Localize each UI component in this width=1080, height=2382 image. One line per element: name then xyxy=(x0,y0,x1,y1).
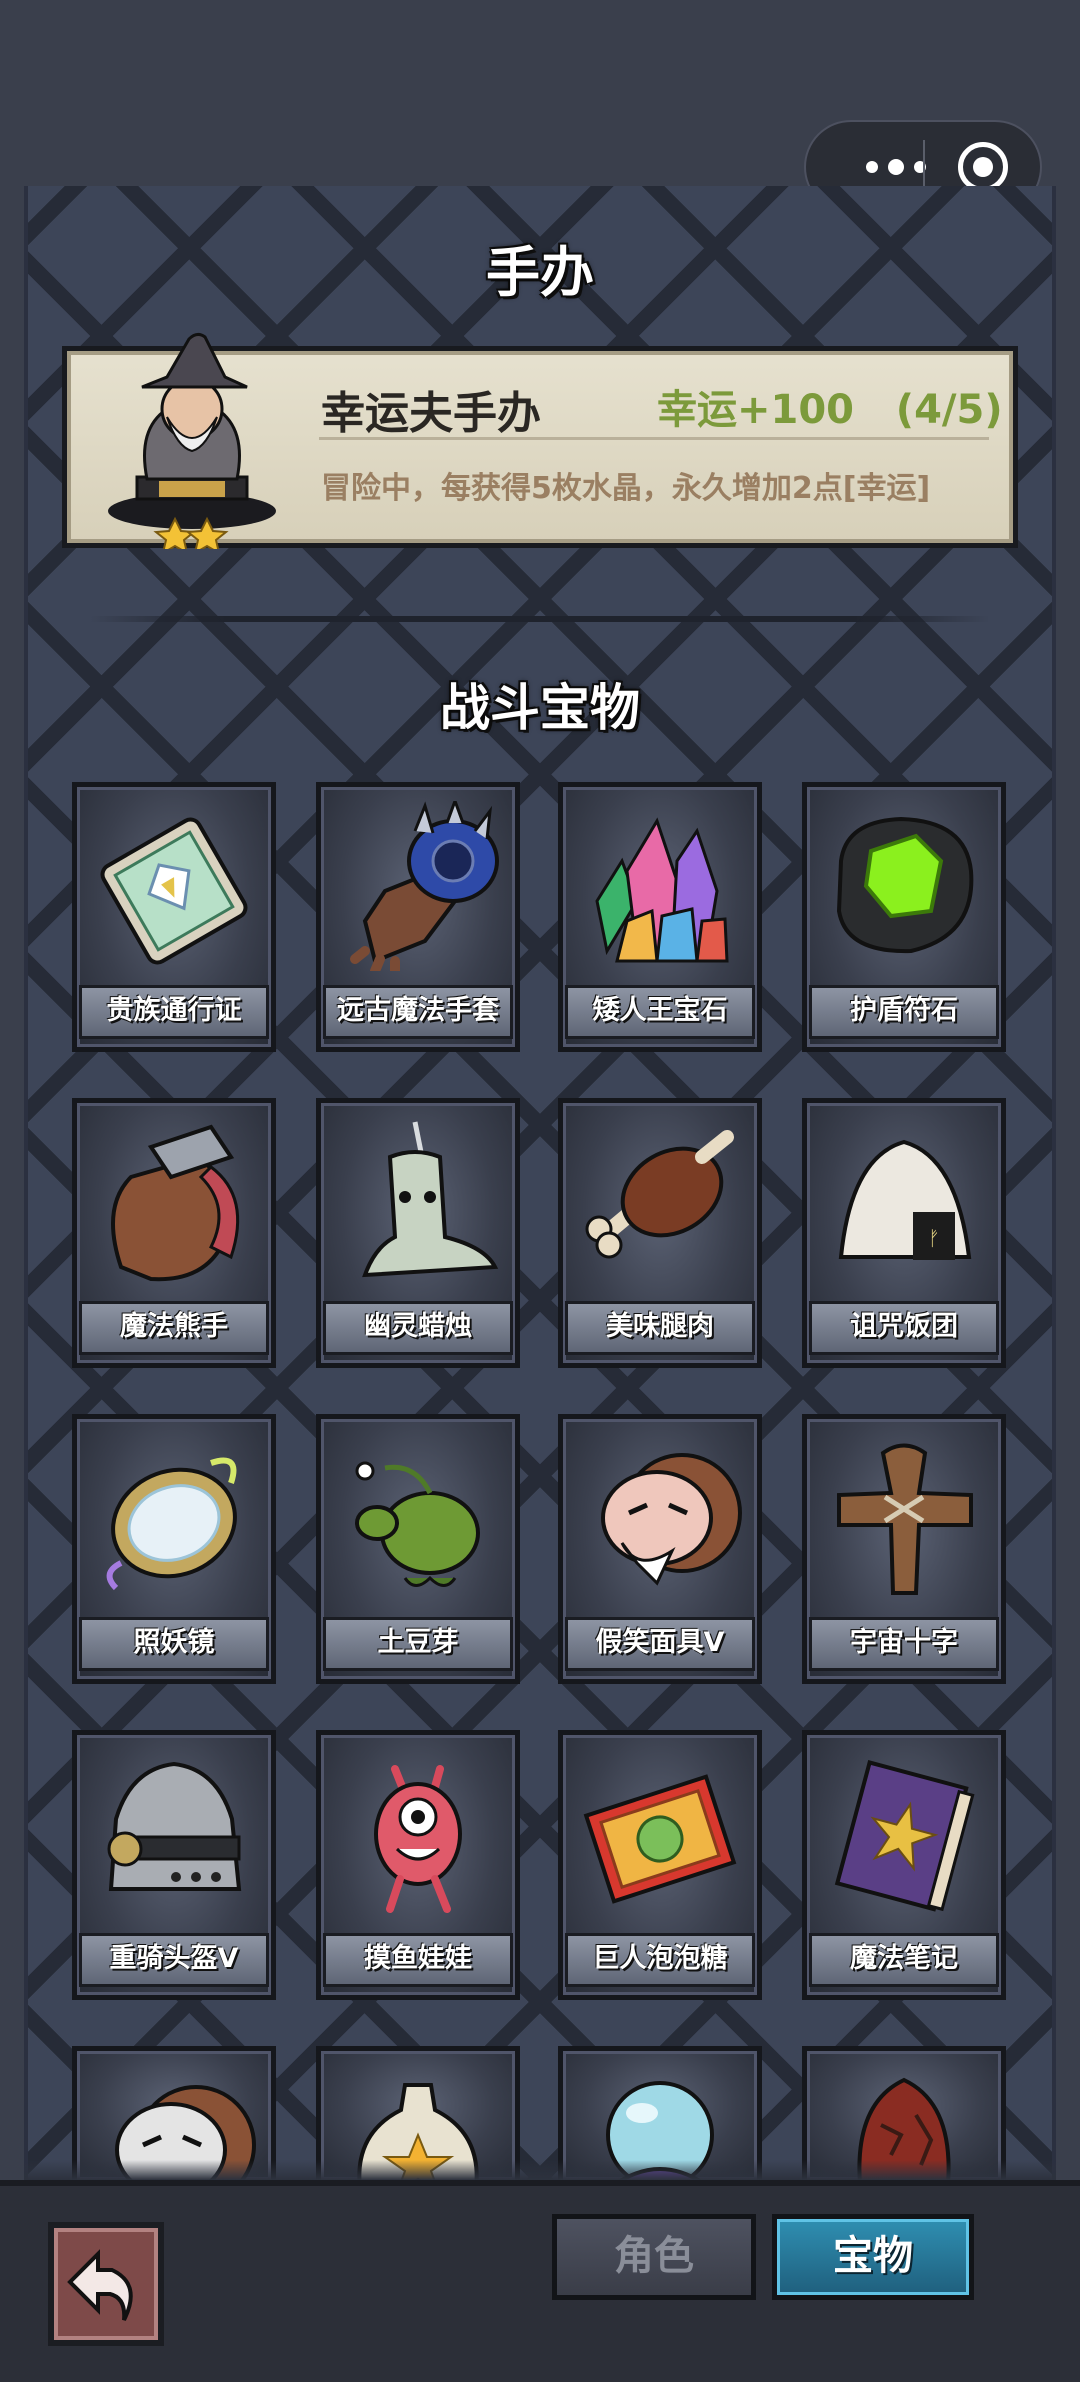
pass-card-icon xyxy=(100,817,248,965)
treasure-tile[interactable]: 宇宙十字 xyxy=(802,1414,1006,1684)
pink-doll-icon xyxy=(374,1765,462,1913)
back-arrow-icon xyxy=(67,2249,133,2321)
shield-rune-icon xyxy=(836,816,974,954)
treasure-name: 魔法笔记 xyxy=(809,1933,999,1987)
list-fade xyxy=(24,2160,1056,2180)
treasure-tile[interactable]: 矮人王宝石 xyxy=(558,782,762,1052)
knight-helmet-icon xyxy=(107,1761,242,1891)
figure-description: 冒险中，每获得5枚水晶，永久增加2点[幸运] xyxy=(321,471,931,506)
crystal-gem-icon xyxy=(595,817,729,963)
card-rule xyxy=(319,437,989,440)
treasure-tile[interactable]: ᚠ 诅咒饭团 xyxy=(802,1098,1006,1368)
figure-stat: 幸运+100 (4/5) xyxy=(657,387,1003,433)
bubble-gum-icon xyxy=(583,1774,737,1904)
treasure-name: 土豆芽 xyxy=(323,1617,513,1671)
treasure-tile[interactable]: 美味腿肉 xyxy=(558,1098,762,1368)
treasure-tile[interactable]: 假笑面具V xyxy=(558,1414,762,1684)
treasure-name: 贵族通行证 xyxy=(79,985,269,1039)
treasure-tile[interactable]: 巨人泡泡糖 xyxy=(558,1730,762,2000)
wizard-figure-icon xyxy=(108,332,276,549)
treasure-name: 魔法熊手 xyxy=(79,1301,269,1355)
treasure-tile[interactable]: 魔法熊手 xyxy=(72,1098,276,1368)
treasure-name: 美味腿肉 xyxy=(565,1301,755,1355)
treasure-tile[interactable]: 照妖镜 xyxy=(72,1414,276,1684)
wooden-cross-icon xyxy=(837,1443,973,1595)
smile-mask-icon xyxy=(601,1453,742,1586)
figure-card[interactable]: 幸运夫手办 幸运+100 (4/5) 冒险中，每获得5枚水晶，永久增加2点[幸运… xyxy=(62,332,1018,549)
treasure-name: 巨人泡泡糖 xyxy=(565,1933,755,1987)
magic-book-icon xyxy=(834,1760,975,1912)
treasure-tile[interactable]: 护盾符石 xyxy=(802,782,1006,1052)
treasure-tile[interactable]: 魔法笔记 xyxy=(802,1730,1006,2000)
treasure-name: 摸鱼娃娃 xyxy=(323,1933,513,1987)
treasure-tile[interactable]: 重骑头盔V xyxy=(72,1730,276,2000)
treasure-name: 宇宙十字 xyxy=(809,1617,999,1671)
treasure-name: 护盾符石 xyxy=(809,985,999,1039)
treasure-name: 远古魔法手套 xyxy=(323,985,513,1039)
treasure-name: 诅咒饭团 xyxy=(809,1301,999,1355)
section-divider xyxy=(90,616,990,622)
treasure-tile[interactable]: 幽灵蜡烛 xyxy=(316,1098,520,1368)
ghost-candle-icon xyxy=(362,1121,499,1278)
tab-treasure[interactable]: 宝物 xyxy=(772,2214,974,2300)
rice-ball-icon: ᚠ xyxy=(838,1139,972,1260)
back-button[interactable] xyxy=(48,2222,164,2346)
page-title: 手办 xyxy=(486,241,594,304)
bear-paw-icon xyxy=(111,1124,240,1282)
treasure-tile[interactable]: 远古魔法手套 xyxy=(316,782,520,1052)
treasure-name: 幽灵蜡烛 xyxy=(323,1301,513,1355)
treasure-name: 矮人王宝石 xyxy=(565,985,755,1039)
treasure-name: 重骑头盔V xyxy=(79,1933,269,1987)
treasure-name: 照妖镜 xyxy=(79,1617,269,1671)
treasure-tile[interactable]: 贵族通行证 xyxy=(72,782,276,1052)
section-title: 战斗宝物 xyxy=(440,679,640,737)
magic-mirror-icon xyxy=(106,1457,237,1591)
magic-glove-icon xyxy=(350,801,499,971)
potato-sprout-icon xyxy=(355,1461,480,1587)
meat-leg-icon xyxy=(585,1130,734,1259)
tab-role[interactable]: 角色 xyxy=(552,2214,756,2300)
figure-name: 幸运夫手办 xyxy=(321,388,541,439)
svg-text:ᚠ: ᚠ xyxy=(928,1226,940,1250)
treasure-tile[interactable]: 摸鱼娃娃 xyxy=(316,1730,520,2000)
treasure-tile[interactable]: 土豆芽 xyxy=(316,1414,520,1684)
treasure-name: 假笑面具V xyxy=(565,1617,755,1671)
close-program-icon[interactable] xyxy=(958,142,1008,192)
